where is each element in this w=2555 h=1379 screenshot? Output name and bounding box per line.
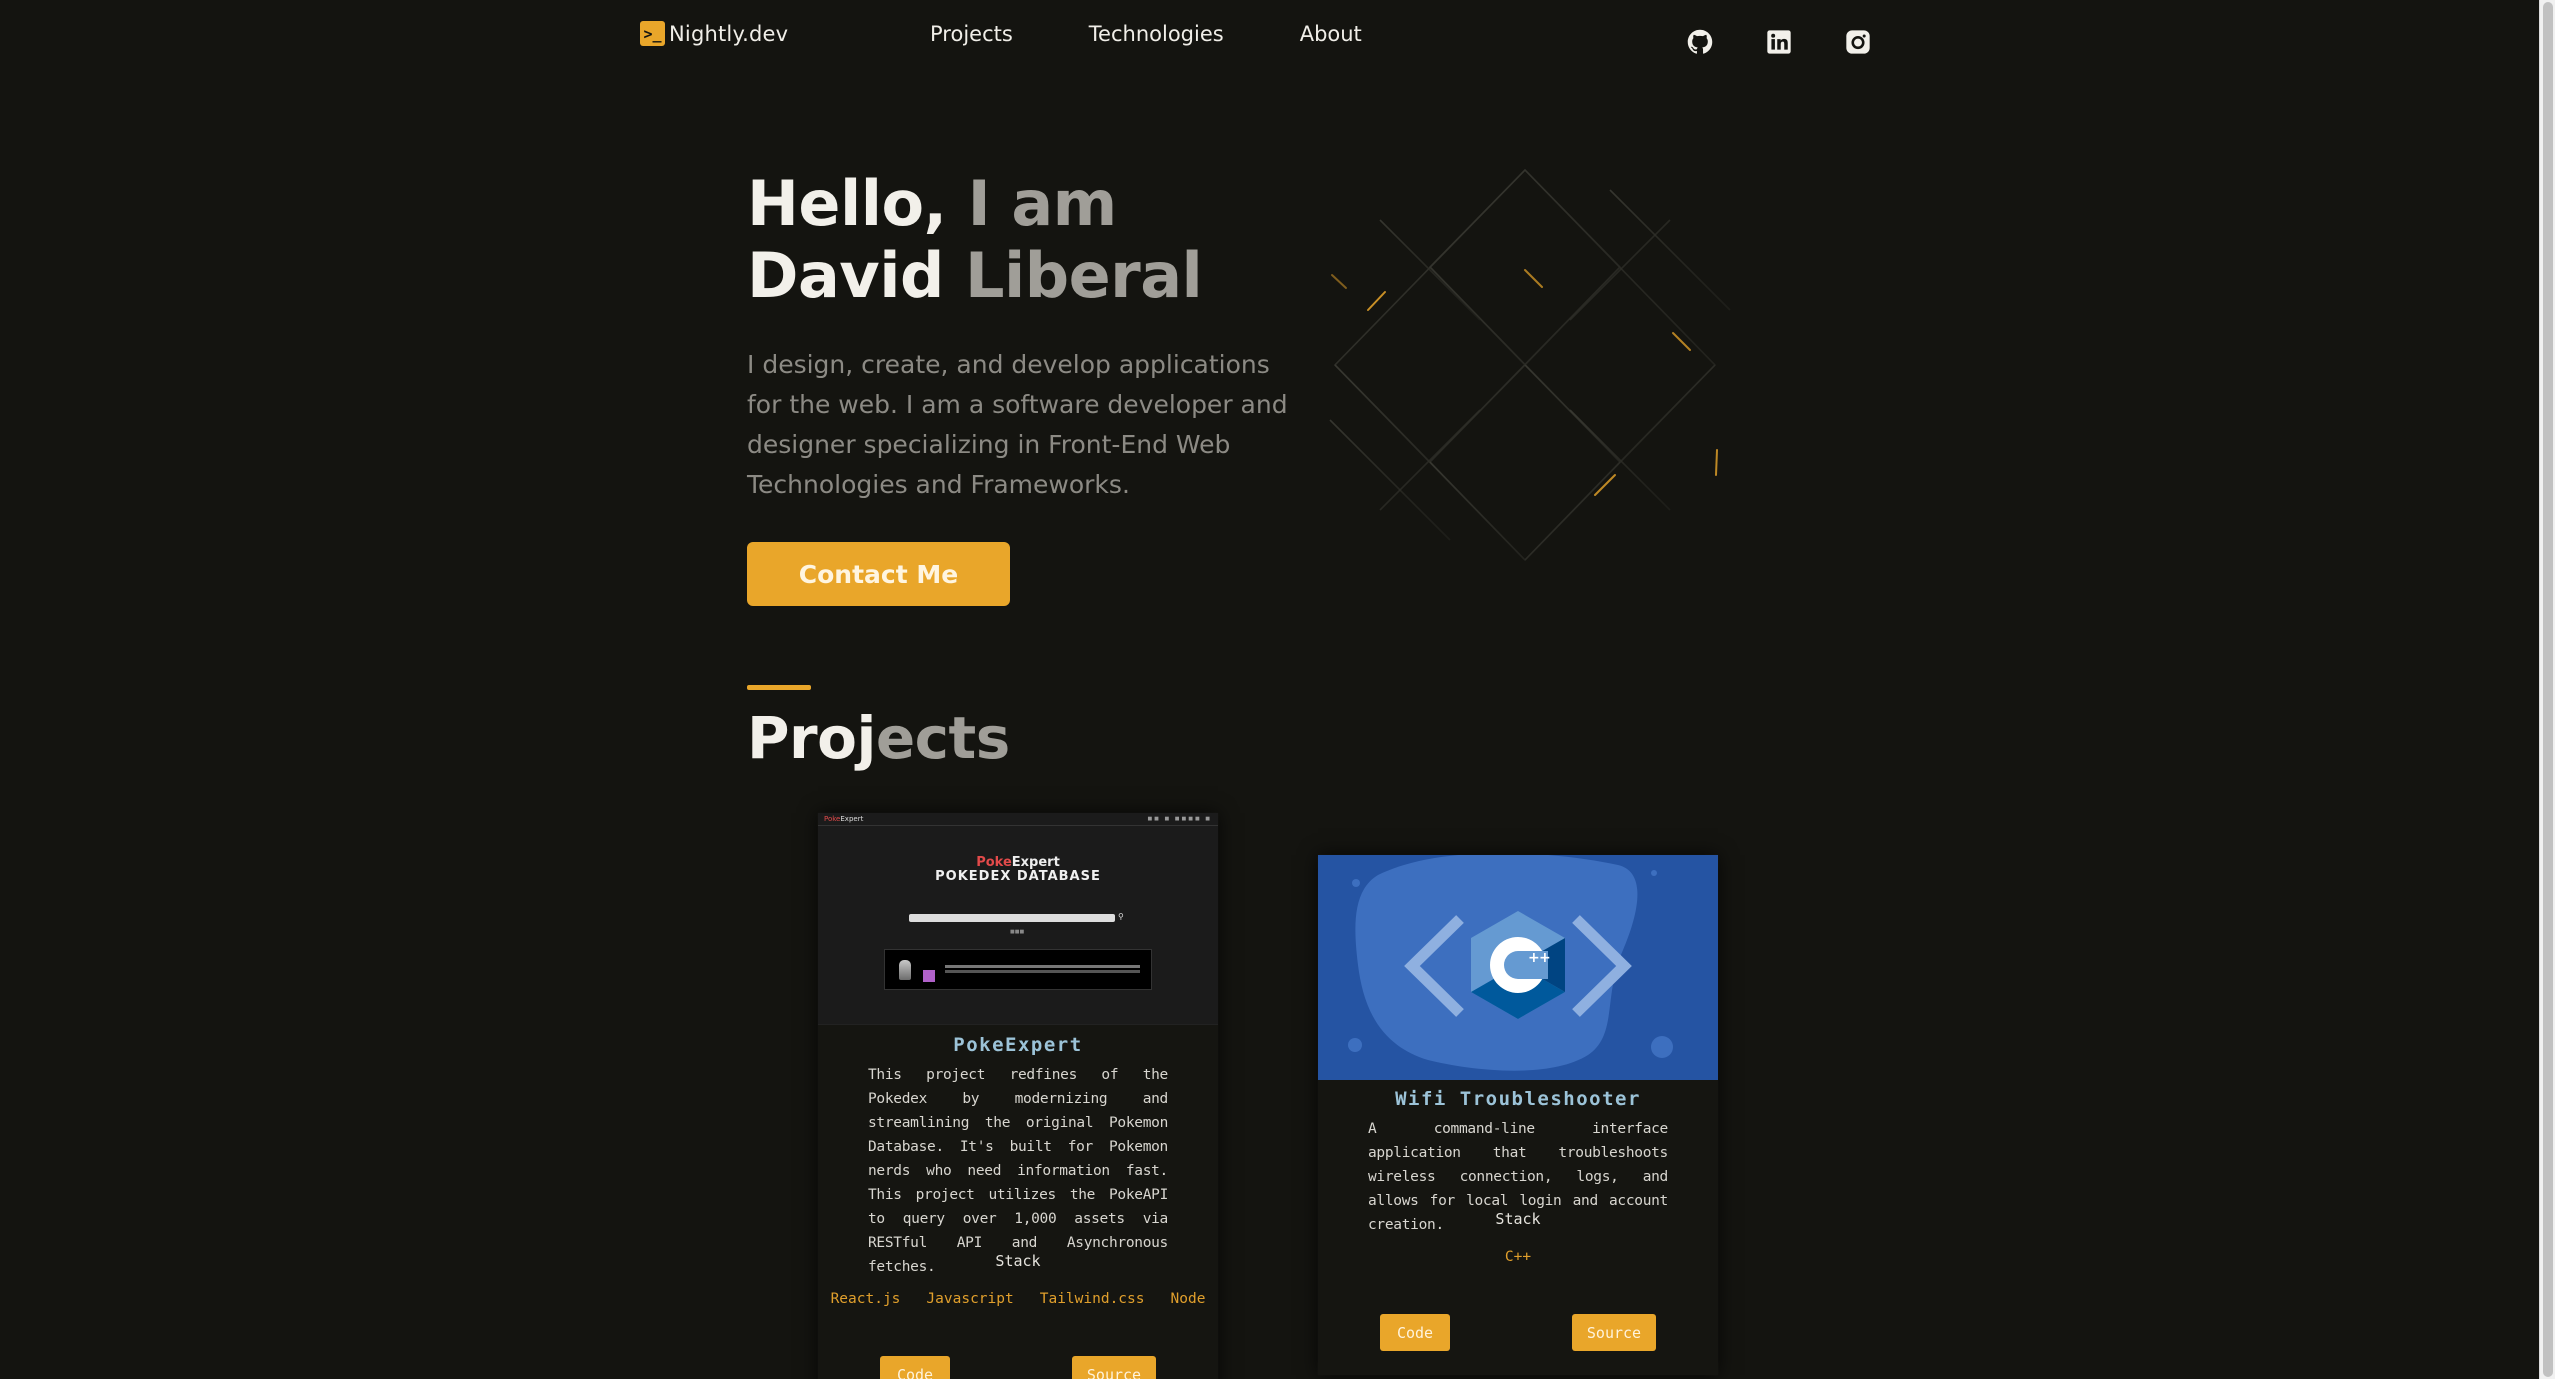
top-nav: >_ Nightly.dev Projects Technologies Abo…: [0, 0, 2539, 80]
source-button[interactable]: Source: [1572, 1314, 1656, 1351]
page: >_ Nightly.dev Projects Technologies Abo…: [0, 0, 2555, 1379]
pokemon-sprite-icon: [899, 960, 911, 980]
svg-text:+: +: [1539, 950, 1551, 966]
preview-divider: [818, 825, 1218, 826]
pokeexpert-screenshot: PokeExpert ■■ ■ ■■■■ ■ PokeExpert POKEDE…: [818, 813, 1218, 1025]
hero-greeting: Hello,: [747, 167, 947, 240]
github-icon[interactable]: [1686, 28, 1714, 56]
projects-heading-b: ects: [875, 704, 1010, 772]
contact-me-button[interactable]: Contact Me: [747, 542, 1010, 606]
source-button[interactable]: Source: [1072, 1356, 1156, 1379]
nav-link-projects[interactable]: Projects: [930, 22, 1013, 46]
hero-i-am: I am: [946, 167, 1118, 240]
instagram-icon[interactable]: [1844, 28, 1872, 56]
project-description: This project redfines of the Pokedex by …: [868, 1067, 1168, 1275]
nav-link-technologies[interactable]: Technologies: [1089, 22, 1224, 46]
hero-name-first: avid: [797, 239, 944, 312]
section-accent-line: [747, 685, 811, 690]
pokemon-sprite-icon-2: [923, 970, 935, 982]
stack-item: Javascript: [926, 1291, 1014, 1307]
code-button[interactable]: Code: [880, 1356, 950, 1379]
wifi-project-image: + +: [1318, 855, 1718, 1080]
stack-label: Stack: [995, 1252, 1041, 1270]
preview-search-bar: [909, 914, 1115, 922]
hero-description: I design, create, and develop applicatio…: [747, 350, 1288, 499]
preview-nav-brand: PokeExpert: [824, 815, 863, 823]
project-card-pokeexpert: PokeExpert ■■ ■ ■■■■ ■ PokeExpert POKEDE…: [818, 813, 1218, 1379]
stack-list: React.js Javascript Tailwind.css Node: [818, 1291, 1218, 1307]
project-title: Wifi Troubleshooter: [1395, 1088, 1641, 1110]
hero-name-initial: D: [747, 239, 798, 312]
terminal-icon: >_: [640, 21, 665, 46]
page-scrollbar[interactable]: [2539, 0, 2555, 1379]
preview-subtitle: POKEDEX DATABASE: [935, 869, 1101, 884]
scrollbar-thumb[interactable]: [2543, 2, 2553, 1377]
brand-name: Nightly.dev: [669, 21, 789, 46]
preview-brand-a: Poke: [976, 855, 1012, 870]
linkedin-icon[interactable]: [1765, 28, 1793, 56]
preview-nav-links: ■■ ■ ■■■■ ■: [1147, 816, 1212, 822]
stack-item: React.js: [830, 1291, 901, 1307]
nav-link-about[interactable]: About: [1300, 22, 1362, 46]
brand-logo[interactable]: >_ Nightly.dev: [640, 21, 788, 46]
stack-label: Stack: [1495, 1210, 1541, 1228]
project-card-wifi-troubleshooter: + + Wifi Troubleshooter A command-line i…: [1318, 855, 1718, 1375]
stack-item: Node: [1170, 1291, 1206, 1307]
preview-brand-b: Expert: [1011, 855, 1060, 870]
hero-heading: Hello, I am David Liberal: [747, 167, 1203, 312]
svg-text:+: +: [1528, 950, 1540, 966]
preview-nav-brand-a: Poke: [824, 815, 841, 823]
projects-heading: Projects: [747, 700, 1010, 776]
cpp-logo-icon: + +: [1348, 855, 1673, 1071]
preview-result-card: [884, 949, 1152, 990]
stack-list: C++: [1318, 1249, 1718, 1265]
search-icon: ⚲: [1118, 912, 1124, 921]
preview-brand: PokeExpert: [818, 855, 1218, 870]
code-button[interactable]: Code: [1380, 1314, 1450, 1351]
preview-text-lines: [945, 965, 1140, 968]
preview-nav-brand-b: Expert: [840, 815, 864, 823]
decorative-grid-graphic: [1329, 168, 1731, 562]
stack-item: C++: [1504, 1249, 1532, 1265]
project-title: PokeExpert: [953, 1034, 1083, 1056]
preview-caption: ■■■: [1010, 929, 1025, 935]
stack-item: Tailwind.css: [1039, 1291, 1145, 1307]
hero-name-last: Liberal: [943, 239, 1203, 312]
social-links: [1686, 28, 1872, 56]
projects-heading-a: Proj: [747, 704, 876, 772]
nav-links: Projects Technologies About: [930, 22, 1362, 46]
